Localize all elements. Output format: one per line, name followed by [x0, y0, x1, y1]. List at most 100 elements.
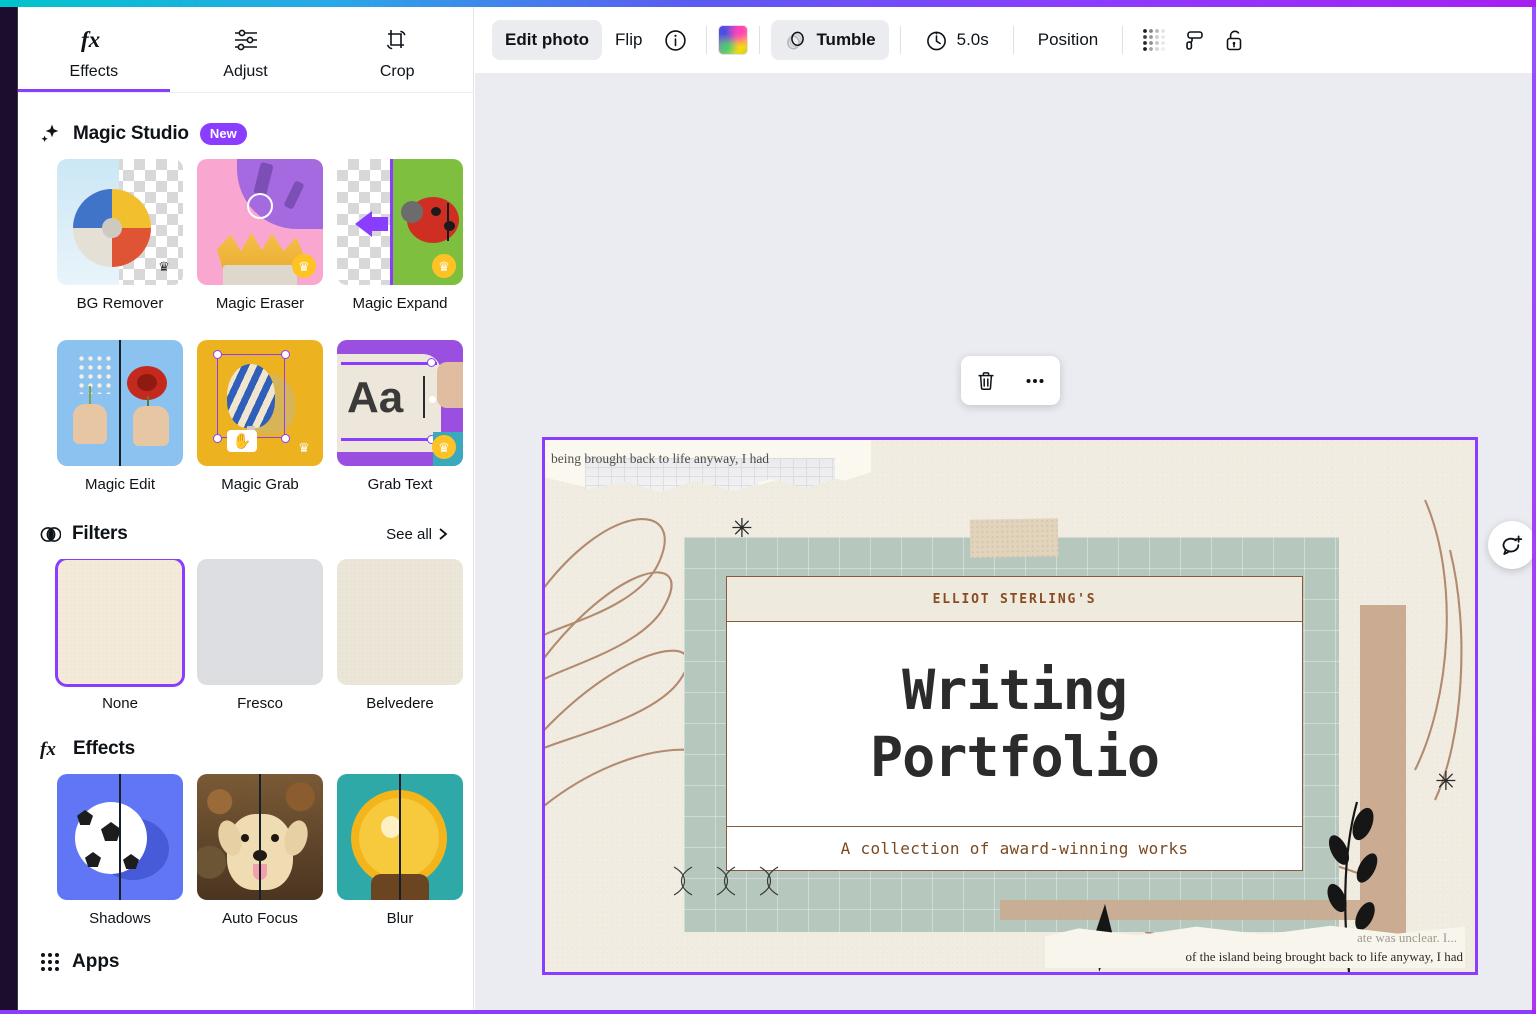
pro-crown-icon: ♛: [152, 254, 176, 278]
animate-button[interactable]: Tumble: [771, 20, 888, 60]
tumble-animation-icon: [784, 29, 807, 52]
pro-crown-icon: ♛: [432, 435, 456, 459]
magic-tool-bg-remover[interactable]: ♛ BG Remover: [57, 159, 183, 312]
magic-tool-thumbnail: ♛: [57, 159, 183, 285]
torn-paper-text: being brought back to life anyway, I had: [551, 451, 851, 467]
sparkle-icon: [40, 123, 62, 145]
filters-strip[interactable]: None Fresco Belvedere: [18, 559, 473, 712]
effect-label: Blur: [337, 910, 463, 927]
panel-tabs: fx Effects Adjust: [18, 7, 473, 93]
effect-item-blur[interactable]: Blur: [337, 774, 463, 927]
filter-thumbnail: [57, 559, 183, 685]
design-eyebrow-text: ELLIOT STERLING'S: [933, 592, 1097, 607]
design-title-line1: Writing: [902, 657, 1127, 724]
effects-title: Effects: [73, 738, 135, 760]
effects-strip[interactable]: Shadows Auto Focus: [18, 774, 473, 927]
design-canvas-area[interactable]: being brought back to life anyway, I had…: [475, 74, 1536, 1014]
edit-photo-button[interactable]: Edit photo: [492, 20, 602, 60]
pro-crown-icon: ♛: [432, 254, 456, 278]
design-subtitle-text: A collection of award-winning works: [841, 839, 1189, 858]
filter-label: Fresco: [197, 695, 323, 712]
title-card-body: Writing Portfolio: [727, 622, 1302, 827]
object-toolbar: Edit photo Flip Tumble 5.0s: [475, 7, 1536, 74]
add-comment-icon[interactable]: [1488, 521, 1536, 569]
asterisk-decoration: ✳: [1435, 767, 1457, 797]
filter-item-belvedere[interactable]: Belvedere: [337, 559, 463, 712]
magic-tool-magic-edit[interactable]: Magic Edit: [57, 340, 183, 493]
filter-item-none[interactable]: None: [57, 559, 183, 712]
magic-studio-header: Magic Studio New: [18, 93, 473, 159]
transparency-icon[interactable]: [1134, 20, 1174, 60]
magic-tool-magic-expand[interactable]: ♛ Magic Expand: [337, 159, 463, 312]
filters-see-all-button[interactable]: See all: [386, 526, 449, 543]
magic-tool-label: Magic Eraser: [197, 295, 323, 312]
viewport-bottom-edge: [0, 1010, 1536, 1014]
effect-item-shadows[interactable]: Shadows: [57, 774, 183, 927]
selection-floating-toolbar: [961, 356, 1060, 405]
duration-button[interactable]: 5.0s: [912, 20, 1002, 60]
position-label: Position: [1038, 30, 1098, 50]
effect-item-auto-focus[interactable]: Auto Focus: [197, 774, 323, 927]
fx-icon: fx: [79, 25, 109, 55]
new-badge: New: [200, 123, 247, 145]
magic-tool-label: Grab Text: [337, 476, 463, 493]
see-all-label: See all: [386, 526, 432, 543]
trash-icon[interactable]: [966, 361, 1006, 401]
position-button[interactable]: Position: [1025, 20, 1111, 60]
tab-effects[interactable]: fx Effects: [18, 7, 170, 92]
paint-roller-icon[interactable]: [1174, 20, 1214, 60]
magic-tool-label: BG Remover: [57, 295, 183, 312]
brand-gradient-bar: [0, 0, 1536, 7]
filter-item-fresco[interactable]: Fresco: [197, 559, 323, 712]
tab-adjust[interactable]: Adjust: [170, 7, 322, 92]
effect-thumbnail: [197, 774, 323, 900]
flip-label: Flip: [615, 30, 642, 50]
info-icon[interactable]: [655, 20, 695, 60]
magic-tool-thumbnail: [57, 340, 183, 466]
toolbar-divider: [706, 26, 707, 54]
masking-tape: [970, 518, 1059, 558]
pro-crown-icon: ♛: [292, 254, 316, 278]
tab-crop-label: Crop: [380, 63, 415, 81]
flip-button[interactable]: Flip: [602, 20, 655, 60]
filters-title: Filters: [72, 523, 128, 545]
editor-side-panel: fx Effects Adjust: [18, 7, 474, 1010]
tab-crop[interactable]: Crop: [321, 7, 473, 92]
chevron-right-icon: [437, 527, 449, 541]
magic-tool-magic-grab[interactable]: ✋ ♛ Magic Grab: [197, 340, 323, 493]
book-text-line1: ate was unclear. I...: [1357, 930, 1457, 946]
design-page[interactable]: being brought back to life anyway, I had…: [545, 440, 1475, 972]
rainbow-color-icon[interactable]: [718, 25, 748, 55]
magic-tool-label: Magic Edit: [57, 476, 183, 493]
effect-label: Auto Focus: [197, 910, 323, 927]
magic-tool-thumbnail: ♛: [197, 159, 323, 285]
apps-header[interactable]: Apps: [18, 927, 473, 983]
magic-tool-thumbnail: ♛: [337, 159, 463, 285]
magic-tool-thumbnail: Aa ♛: [337, 340, 463, 466]
cross-icon: [756, 865, 782, 897]
unlock-icon[interactable]: [1214, 20, 1254, 60]
animate-label: Tumble: [816, 30, 875, 50]
title-card-footer: A collection of award-winning works: [727, 827, 1302, 869]
toolbar-divider: [759, 26, 760, 54]
filter-label: None: [57, 695, 183, 712]
viewport-right-edge: [1532, 7, 1536, 1014]
magic-tool-magic-eraser[interactable]: ♛ Magic Eraser: [197, 159, 323, 312]
cross-decorations: [670, 865, 782, 897]
cross-icon: [670, 865, 696, 897]
asterisk-decoration: ✳: [731, 514, 753, 544]
edit-photo-label: Edit photo: [505, 30, 589, 50]
magic-studio-grid: ♛ BG Remover ♛ Magic Eraser: [18, 159, 473, 493]
filter-icon: [40, 524, 61, 545]
crop-icon: [384, 25, 410, 55]
toolbar-divider: [900, 26, 901, 54]
svg-text:fx: fx: [40, 739, 56, 760]
tab-effects-label: Effects: [70, 63, 119, 81]
design-page-selection[interactable]: being brought back to life anyway, I had…: [542, 437, 1478, 975]
filters-header: Filters See all: [18, 493, 473, 559]
title-card[interactable]: ELLIOT STERLING'S Writing Portfolio A co…: [726, 576, 1303, 871]
effect-label: Shadows: [57, 910, 183, 927]
magic-tool-thumbnail: ✋ ♛: [197, 340, 323, 466]
more-options-icon[interactable]: [1015, 361, 1055, 401]
magic-tool-grab-text[interactable]: Aa ♛ Grab Text: [337, 340, 463, 493]
